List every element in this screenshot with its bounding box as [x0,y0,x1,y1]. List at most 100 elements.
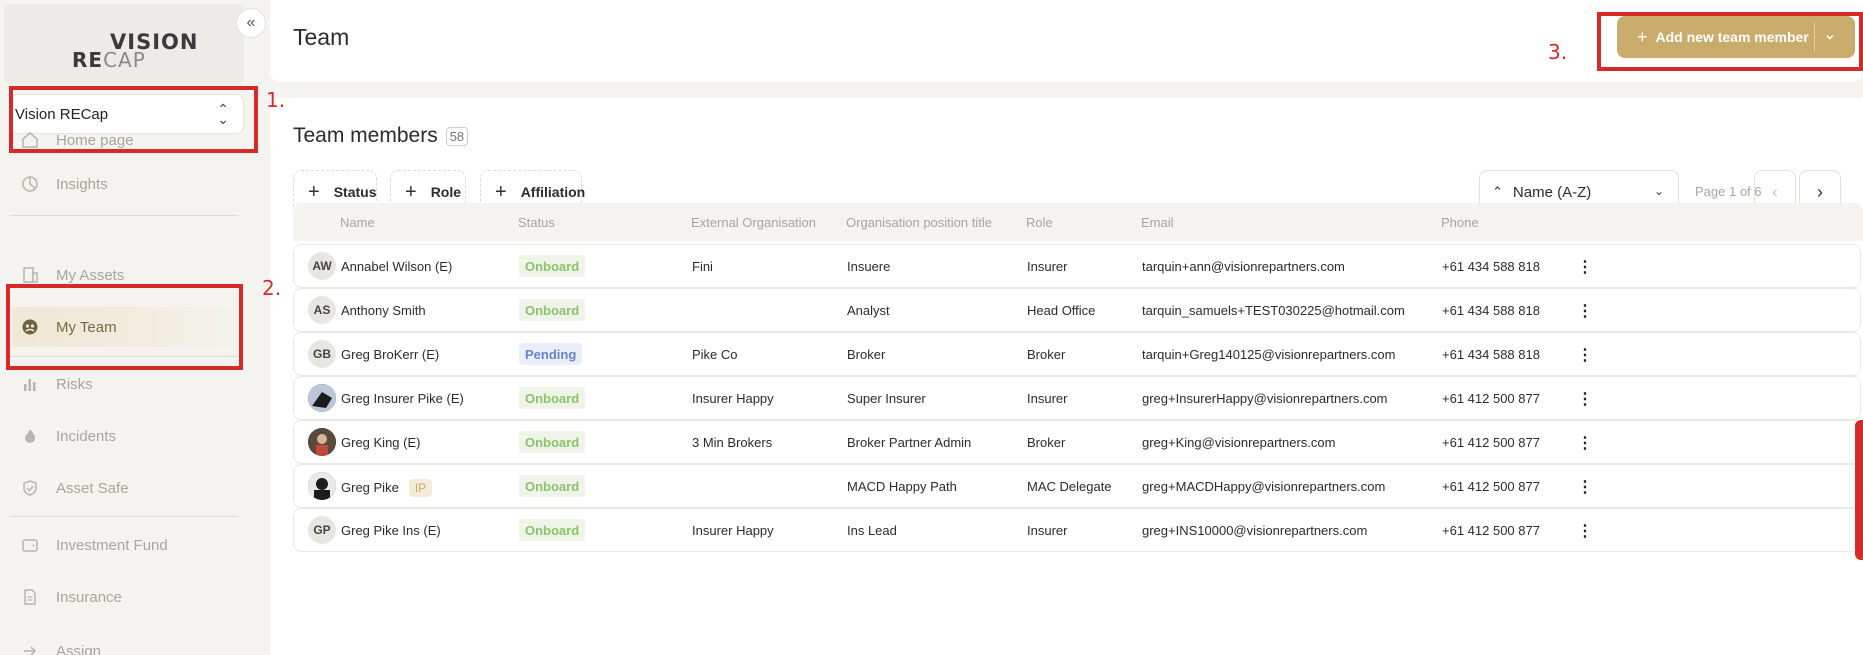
page-title: Team [293,24,350,50]
position-title: MACD Happy Path [847,479,957,494]
table-header: Name Status External Organisation Organi… [293,203,1863,241]
member-name: Greg Pike IP [341,479,433,497]
phone: +61 412 500 877 [1442,479,1540,494]
position-title: Broker [847,347,886,362]
member-name: Annabel Wilson (E) [341,259,453,274]
sort-ascending-icon: ⌃ [1492,184,1503,199]
annotation-label-1: 1. [266,88,286,112]
row-menu-icon[interactable]: ⋮ [1577,389,1593,409]
member-count-badge: 58 [445,126,469,146]
position-title: Analyst [847,303,890,318]
table-row[interactable]: GB Greg BroKerr (E) Pending Pike Co Brok… [293,332,1861,376]
sidebar-item-risks[interactable]: Risks [20,364,240,404]
annotation-label-3: 3. [1548,40,1568,64]
sidebar-item-label: Insurance [56,588,122,606]
column-header-external-organisation[interactable]: External Organisation [691,215,816,230]
sidebar-item-assign[interactable]: Assign [20,631,240,655]
annotation-box-1 [9,86,258,153]
row-menu-icon[interactable]: ⋮ [1577,301,1593,321]
building-icon [20,265,40,285]
avatar: AS [308,296,336,324]
email: greg+MACDHappy@visionrepartners.com [1142,479,1386,494]
sidebar-item-asset-safe[interactable]: Asset Safe [20,468,240,508]
email: tarquin_samuels+TEST030225@hotmail.com [1142,303,1405,318]
sidebar-item-investment-fund[interactable]: Investment Fund [20,525,240,565]
column-header-role[interactable]: Role [1026,215,1053,230]
position-title: Insuere [847,259,891,274]
phone: +61 412 500 877 [1442,435,1540,450]
external-organisation: Fini [692,259,713,274]
phone: +61 434 588 818 [1442,303,1540,318]
sidebar-item-insurance[interactable]: Insurance [20,577,240,617]
chevron-right-icon: › [1817,181,1823,202]
avatar: GP [308,516,336,544]
annotation-box-2 [6,284,243,370]
column-header-email[interactable]: Email [1141,215,1174,230]
avatar-photo [308,428,336,456]
pagination-text: Page 1 of 6 [1695,184,1762,199]
table-row[interactable]: Greg Pike IP Onboard MACD Happy Path MAC … [293,464,1861,508]
external-organisation: Insurer Happy [692,523,774,538]
role: Broker [1027,347,1066,362]
table-row[interactable]: GP Greg Pike Ins (E) Onboard Insurer Hap… [293,508,1861,552]
annotation-label-2: 2. [262,276,282,300]
avatar: GB [308,340,336,368]
email: greg+King@visionrepartners.com [1142,435,1336,450]
external-organisation: Insurer Happy [692,391,774,406]
role: MAC Delegate [1027,479,1112,494]
plus-icon: + [308,180,320,203]
ip-tag: IP [408,479,433,497]
email: tarquin+Greg140125@visionrepartners.com [1142,347,1396,362]
status-badge: Onboard [519,387,586,409]
column-header-position-title[interactable]: Organisation position title [846,215,992,230]
team-members-panel: Team members 58 + Status + Role + Affili… [270,98,1863,655]
phone: +61 434 588 818 [1442,259,1540,274]
sort-select-value: Name (A-Z) [1512,183,1592,201]
logo-line2: RECAP [72,48,146,72]
table-row[interactable]: Greg Insurer Pike (E) Onboard Insurer Ha… [293,376,1861,420]
sidebar-item-label: Assign [56,642,102,655]
plus-icon: + [495,180,507,203]
role: Insurer [1027,391,1068,406]
plus-icon: + [405,180,417,203]
email: tarquin+ann@visionrepartners.com [1142,259,1345,274]
wallet-icon [20,535,40,555]
sidebar-divider [10,215,238,216]
status-badge: Onboard [519,519,586,541]
column-header-name[interactable]: Name [340,215,375,230]
table-row[interactable]: AS Anthony Smith Onboard Analyst Head Of… [293,288,1861,332]
member-name: Greg Pike Ins (E) [341,523,441,538]
double-chevron-left-icon: « [246,14,256,31]
row-menu-icon[interactable]: ⋮ [1577,477,1593,497]
side-feedback-tab[interactable] [1855,420,1863,560]
table-row[interactable]: Greg King (E) Onboard 3 Min Brokers Brok… [293,420,1861,464]
sidebar-item-insights[interactable]: Insights [20,164,240,204]
row-menu-icon[interactable]: ⋮ [1577,257,1593,277]
pie-chart-icon [20,174,40,194]
role: Insurer [1027,523,1068,538]
status-badge: Onboard [519,299,586,321]
column-header-status[interactable]: Status [518,215,555,230]
table-row[interactable]: AW Annabel Wilson (E) Onboard Fini Insue… [293,244,1861,288]
avatar: AW [308,252,336,280]
row-menu-icon[interactable]: ⋮ [1577,433,1593,453]
position-title: Broker Partner Admin [847,435,972,450]
logo[interactable]: VISION RECAP [4,4,244,84]
row-menu-icon[interactable]: ⋮ [1577,521,1593,541]
row-menu-icon[interactable]: ⋮ [1577,345,1593,365]
sidebar-item-incidents[interactable]: Incidents [20,416,240,456]
annotation-box-3 [1597,12,1863,71]
role: Broker [1027,435,1066,450]
email: greg+INS10000@visionrepartners.com [1142,523,1368,538]
document-icon [20,587,40,607]
shield-icon [20,478,40,498]
position-title: Super Insurer [847,391,926,406]
member-name: Greg Insurer Pike (E) [341,391,464,406]
sidebar-item-label: Investment Fund [56,536,168,554]
external-organisation: Pike Co [692,347,738,362]
status-badge: Onboard [519,431,586,453]
column-header-phone[interactable]: Phone [1441,215,1479,230]
member-name: Greg BroKerr (E) [341,347,440,362]
collapse-sidebar-button[interactable]: « [236,8,266,38]
position-title: Ins Lead [847,523,897,538]
